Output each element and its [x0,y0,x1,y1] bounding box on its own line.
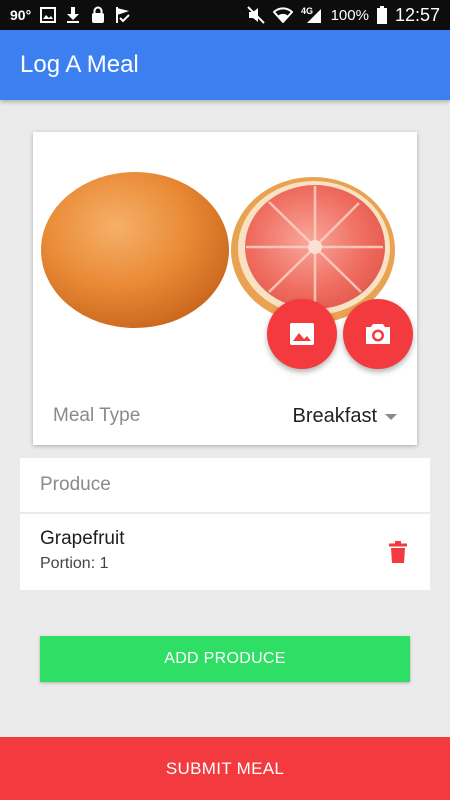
whole-grapefruit [41,172,229,328]
produce-section-header: Produce [20,458,430,512]
battery-percent: 100% [330,6,369,24]
add-produce-button[interactable]: ADD PRODUCE [40,636,410,682]
status-temperature: 90° [10,7,32,23]
status-left-group: 90° [10,6,131,24]
produce-portion: Portion: 1 [40,555,109,572]
check-flag-icon [115,6,131,24]
trash-icon [389,541,407,563]
lock-icon [90,6,106,24]
status-bar: 90° 4G 100% 12:57 [0,0,450,30]
meal-photo [33,132,417,332]
meal-type-row: Meal Type Breakfast [33,394,417,438]
meal-type-label: Meal Type [53,405,141,426]
app-bar: Log A Meal [0,30,450,100]
meal-type-dropdown[interactable]: Breakfast [293,405,397,428]
network-type-label: 4G [301,6,313,16]
battery-icon [376,6,387,24]
camera-icon [366,324,390,344]
meal-type-value: Breakfast [292,404,377,427]
delete-button[interactable] [386,539,410,565]
status-time: 12:57 [394,4,440,25]
download-icon [65,6,81,24]
image-icon [290,323,314,345]
chevron-down-icon [385,414,397,420]
submit-meal-button[interactable]: SUBMIT MEAL [0,737,450,800]
produce-name: Grapefruit [40,528,125,549]
gallery-button[interactable] [267,299,337,369]
meal-card: Meal Type Breakfast [33,132,417,445]
list-item[interactable]: Grapefruit Portion: 1 [20,514,430,590]
signal-icon: 4G [301,6,323,24]
wifi-icon [272,7,293,23]
page-title: Log A Meal [20,51,139,78]
status-right-group: 4G 100% 12:57 [246,4,440,26]
camera-button[interactable] [343,299,413,369]
image-icon [40,7,57,23]
mute-icon [246,6,265,24]
